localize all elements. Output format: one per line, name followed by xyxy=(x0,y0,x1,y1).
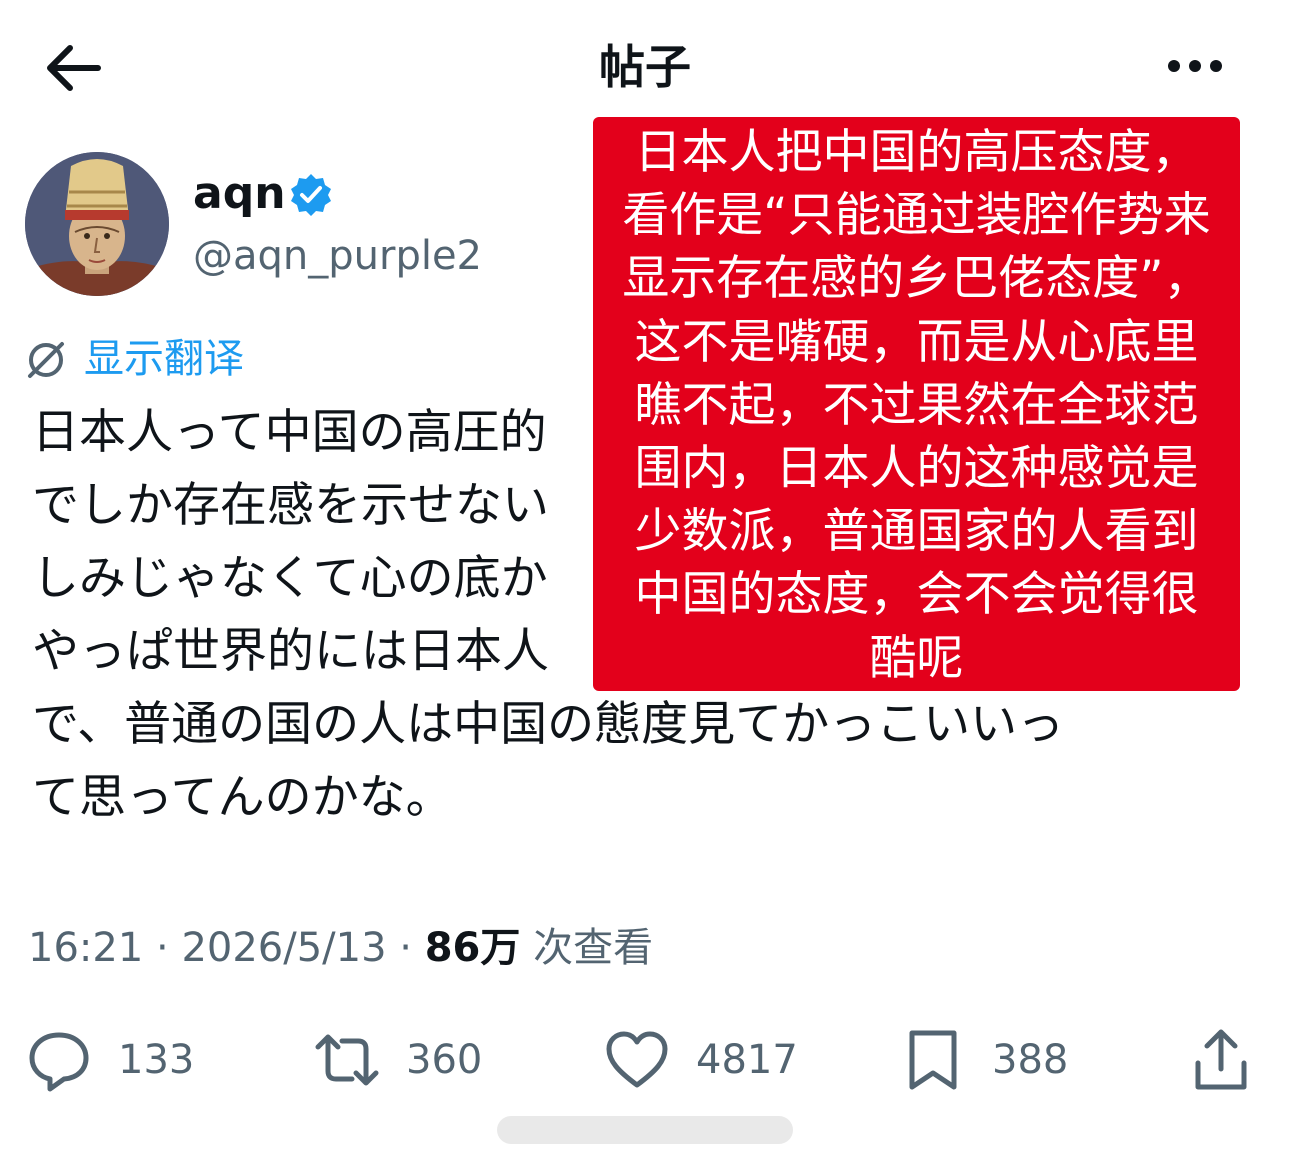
like-button[interactable]: 4817 xyxy=(604,1022,798,1098)
reply-button[interactable]: 133 xyxy=(26,1022,194,1098)
more-button[interactable] xyxy=(1160,46,1230,86)
display-name[interactable]: aqn xyxy=(193,166,286,222)
overlay-text-line: 显示存在感的乡巴佬态度”， xyxy=(622,251,1211,307)
view-count-label: 次查看 xyxy=(533,925,654,971)
translation-overlay-caption: 日本人把中国的高压态度， 看作是“只能通过装腔作势来 显示存在感的乡巴佬态度”，… xyxy=(593,117,1240,691)
overlay-text-line: 中国的态度，会不会觉得很 xyxy=(634,567,1199,623)
overlay-text-line: 日本人把中国的高压态度， xyxy=(634,125,1199,180)
bookmark-icon xyxy=(909,1030,957,1090)
post-date[interactable]: 2026/5/13 xyxy=(181,925,386,971)
reply-count: 133 xyxy=(118,1037,195,1083)
share-button[interactable] xyxy=(1188,1022,1254,1098)
heart-icon xyxy=(606,1031,668,1088)
bookmark-button[interactable]: 388 xyxy=(900,1022,1068,1098)
overlay-text-line: 瞧不起，不过果然在全球范 xyxy=(634,377,1199,433)
translate-icon xyxy=(24,338,68,382)
like-count: 4817 xyxy=(696,1037,798,1083)
post-text-line: て思ってんのかな。 xyxy=(32,770,453,825)
share-icon xyxy=(1195,1029,1247,1090)
overlay-text-line: 这不是嘴硬，而是从心底里 xyxy=(634,314,1199,370)
more-horizontal-icon xyxy=(1168,60,1222,72)
retweet-icon xyxy=(315,1034,379,1086)
meta-separator: · xyxy=(156,925,169,971)
overlay-text-line: 看作是“只能通过装腔作势来 xyxy=(622,188,1211,244)
meta-separator: · xyxy=(399,925,412,971)
retweet-button[interactable]: 360 xyxy=(314,1022,482,1098)
back-button[interactable] xyxy=(40,38,104,98)
view-count[interactable]: 86万 xyxy=(425,925,521,971)
arrow-left-icon xyxy=(47,45,101,91)
bookmark-count: 388 xyxy=(992,1037,1069,1083)
page-title: 帖子 xyxy=(599,40,691,94)
avatar[interactable] xyxy=(25,152,169,296)
post-meta: 16:21 · 2026/5/13 · 86万 次查看 xyxy=(28,920,653,976)
verified-badge-icon xyxy=(288,172,334,218)
reply-icon xyxy=(29,1032,89,1092)
overlay-text-line: 围内，日本人的这种感觉是 xyxy=(634,441,1199,497)
overlay-text-line: 酷呢 xyxy=(869,630,964,686)
author-handle[interactable]: @aqn_purple2 xyxy=(193,230,482,282)
show-translation-link[interactable]: 显示翻译 xyxy=(84,330,244,388)
avatar-portrait-image xyxy=(25,152,169,296)
home-indicator xyxy=(497,1116,793,1144)
post-text-line: で、普通の国の人は中国の態度見てかっこいいっ xyxy=(32,697,1065,752)
post-time[interactable]: 16:21 xyxy=(28,925,143,971)
retweet-count: 360 xyxy=(406,1037,483,1083)
overlay-text-line: 少数派，普通国家的人看到 xyxy=(634,504,1199,560)
